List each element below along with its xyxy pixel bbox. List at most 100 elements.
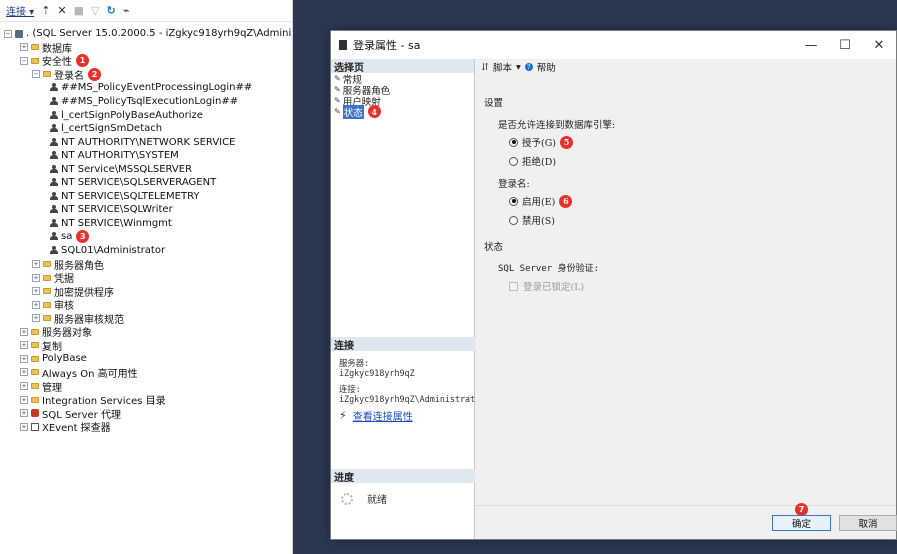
expand-icon[interactable]: +	[20, 381, 28, 390]
tree-node-audits[interactable]: + 审核	[0, 298, 292, 312]
enabled-radio[interactable]	[509, 196, 518, 206]
expand-icon[interactable]: +	[32, 273, 40, 282]
minimize-button[interactable]: —	[794, 31, 828, 59]
locked-label: 登录已锁定(L)	[523, 282, 585, 293]
collapse-icon[interactable]: −	[4, 29, 12, 38]
disabled-label: 禁用(S)	[522, 216, 555, 227]
help-button[interactable]: 帮助	[537, 60, 556, 74]
expand-icon[interactable]: +	[20, 395, 28, 404]
wrench-icon: ✎	[334, 96, 341, 105]
locked-checkbox-row[interactable]: 登录已锁定(L)	[509, 279, 584, 293]
tree-node-server[interactable]: − . (SQL Server 15.0.2000.5 - iZgkyc918y…	[0, 27, 292, 41]
page-status[interactable]: ✎ 状态 4	[331, 104, 474, 119]
tree-node-server-roles[interactable]: + 服务器角色	[0, 257, 292, 272]
step-badge-2: 2	[88, 67, 101, 81]
login-user-icon	[50, 83, 58, 92]
login-item-label: NT SERVICE\SQLSERVERAGENT	[61, 177, 217, 189]
collapse-icon[interactable]: −	[20, 56, 28, 65]
script-dropdown[interactable]: ▾	[516, 62, 521, 73]
grant-radio[interactable]	[509, 137, 518, 147]
server-label: 服务器:	[339, 358, 370, 368]
view-connection-properties[interactable]: ⚡ 查看连接属性	[331, 408, 475, 423]
tree-node-integration-services[interactable]: + Integration Services 目录	[0, 393, 292, 407]
refresh-icon[interactable]: ↻	[107, 4, 116, 17]
login-item-label: ##MS_PolicyTsqlExecutionLogin##	[61, 96, 239, 107]
progress-section: 进度 就绪	[331, 469, 475, 506]
login-label: 登录名:	[498, 179, 530, 190]
maximize-button[interactable]: ☐	[828, 31, 862, 59]
grant-radio-row[interactable]: 授予(G) 5	[509, 135, 574, 149]
expand-icon[interactable]: +	[20, 368, 28, 377]
login-item[interactable]: NT AUTHORITY\NETWORK SERVICE	[0, 135, 292, 149]
expand-icon[interactable]: +	[32, 260, 40, 269]
tree-node-label: 复制	[42, 341, 62, 353]
activity-monitor-icon[interactable]: ⌁	[123, 4, 130, 17]
close-button[interactable]: ✕	[862, 31, 896, 59]
filter-icon[interactable]: ▽	[91, 4, 99, 17]
script-button[interactable]: 脚本	[493, 60, 512, 74]
login-item[interactable]: l_certSignSmDetach	[0, 122, 292, 136]
connect-object-explorer-icon[interactable]: ⇡	[41, 4, 50, 17]
deny-radio-row[interactable]: 拒绝(D)	[509, 154, 556, 168]
login-user-icon	[50, 246, 58, 255]
ok-button[interactable]: 确定	[772, 515, 831, 531]
login-user-icon	[50, 151, 58, 160]
expand-icon[interactable]: +	[32, 314, 40, 323]
tree-node-security[interactable]: − 安全性 1	[0, 54, 292, 68]
expand-icon[interactable]: +	[32, 300, 40, 309]
help-icon[interactable]: ?	[524, 63, 533, 71]
login-item[interactable]: NT Service\MSSQLSERVER	[0, 162, 292, 176]
auth-label: SQL Server 身份验证:	[498, 264, 600, 274]
expand-icon[interactable]: +	[20, 409, 28, 418]
login-user-icon	[50, 232, 58, 241]
tree-node-always-on[interactable]: + Always On 高可用性	[0, 366, 292, 380]
tree-node-audit-specs[interactable]: + 服务器审核规范	[0, 311, 292, 326]
disabled-radio-row[interactable]: 禁用(S)	[509, 213, 555, 227]
login-item[interactable]: NT SERVICE\SQLWriter	[0, 203, 292, 217]
tree-node-polybase[interactable]: + PolyBase	[0, 352, 292, 366]
login-item[interactable]: NT SERVICE\Winmgmt	[0, 217, 292, 231]
view-connection-properties-link[interactable]: 查看连接属性	[353, 408, 413, 423]
enabled-radio-row[interactable]: 启用(E) 6	[509, 194, 573, 208]
tree-node-xevent[interactable]: + XEvent 探查器	[0, 420, 292, 434]
login-item-label: NT SERVICE\Winmgmt	[61, 217, 172, 229]
folder-icon	[31, 44, 39, 51]
expand-icon[interactable]: +	[32, 287, 40, 296]
deny-radio[interactable]	[509, 156, 518, 166]
connect-dropdown[interactable]: 连接 ▾	[6, 3, 34, 18]
expand-icon[interactable]: +	[20, 327, 28, 336]
locked-checkbox[interactable]	[509, 281, 518, 291]
expand-icon[interactable]: +	[20, 422, 28, 431]
cancel-button[interactable]: 取消	[839, 515, 897, 531]
script-icon[interactable]: ⇵	[481, 62, 489, 73]
sql-agent-icon	[31, 409, 39, 418]
tree-node-databases[interactable]: + 数据库	[0, 41, 292, 55]
login-item[interactable]: ##MS_PolicyTsqlExecutionLogin##	[0, 95, 292, 109]
login-item[interactable]: NT AUTHORITY\SYSTEM	[0, 149, 292, 163]
enabled-label: 启用(E)	[522, 197, 556, 208]
login-item[interactable]: SQL01\Administrator	[0, 244, 292, 258]
login-item-sa[interactable]: sa 3	[0, 230, 292, 244]
tree-node-crypto-providers[interactable]: + 加密提供程序	[0, 284, 292, 299]
disconnect-icon[interactable]: ✕	[57, 4, 66, 17]
tree-node-server-objects[interactable]: + 服务器对象	[0, 325, 292, 339]
tree-node-credentials[interactable]: + 凭据	[0, 271, 292, 285]
stop-icon[interactable]: ■	[74, 4, 84, 17]
tree-node-logins[interactable]: − 登录名 2	[0, 67, 292, 82]
login-item[interactable]: NT SERVICE\SQLSERVERAGENT	[0, 176, 292, 190]
disabled-radio[interactable]	[509, 215, 518, 225]
login-item[interactable]: NT SERVICE\SQLTELEMETRY	[0, 190, 292, 204]
expand-icon[interactable]: +	[20, 43, 28, 52]
login-user-icon	[50, 205, 58, 214]
expand-icon[interactable]: +	[20, 354, 28, 363]
tree-node-replication[interactable]: + 复制	[0, 339, 292, 353]
tree-node-sql-agent[interactable]: + SQL Server 代理	[0, 406, 292, 421]
collapse-icon[interactable]: −	[32, 70, 40, 79]
login-item[interactable]: ##MS_PolicyEventProcessingLogin##	[0, 81, 292, 95]
login-item[interactable]: l_certSignPolyBaseAuthorize	[0, 108, 292, 122]
tree-node-management[interactable]: + 管理	[0, 379, 292, 394]
grant-label: 授予(G)	[522, 138, 557, 149]
expand-icon[interactable]: +	[20, 341, 28, 350]
dialog-footer: 7 确定 取消	[475, 503, 897, 539]
folder-icon	[43, 261, 51, 268]
